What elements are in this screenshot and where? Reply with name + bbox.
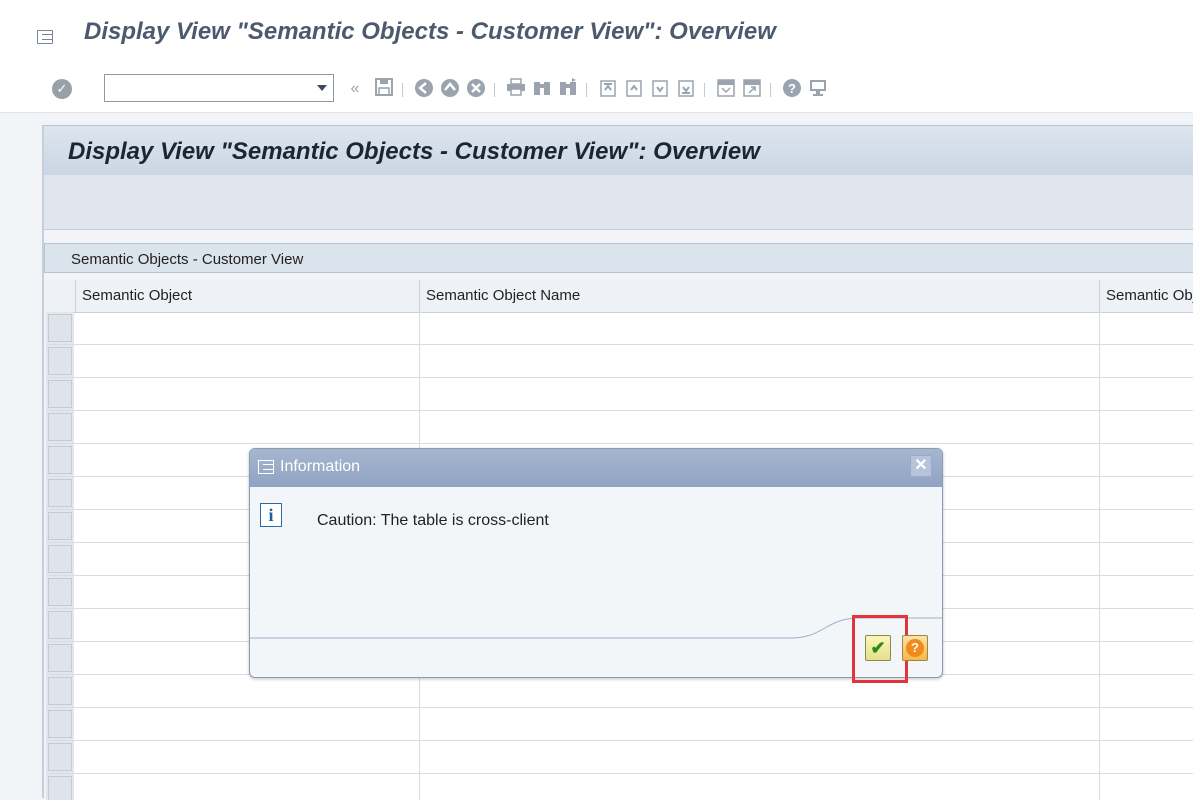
row-selector[interactable] — [48, 611, 72, 639]
row-selector[interactable] — [48, 446, 72, 474]
table-row[interactable] — [46, 312, 1193, 345]
row-selector[interactable] — [48, 710, 72, 738]
menu-icon[interactable] — [37, 30, 53, 44]
column-header-semantic-object[interactable]: Semantic Object — [76, 280, 420, 312]
print-icon[interactable] — [506, 78, 526, 100]
cell-semantic-object-name[interactable] — [420, 675, 1100, 708]
close-icon[interactable]: ✕ — [910, 455, 932, 477]
table-row[interactable] — [46, 774, 1193, 800]
cell-semantic-object-name[interactable] — [420, 312, 1100, 345]
new-session-icon[interactable] — [716, 78, 736, 100]
back-green-icon[interactable] — [414, 78, 434, 100]
last-page-icon[interactable] — [676, 78, 696, 100]
dialog-title: Information — [280, 458, 361, 475]
row-selector[interactable] — [48, 677, 72, 705]
cancel-icon[interactable] — [466, 78, 486, 100]
toolbar-separator — [770, 83, 771, 97]
table-caption: Semantic Objects - Customer View — [44, 243, 1193, 273]
cell-semantic-object-name[interactable] — [420, 708, 1100, 741]
find-next-icon[interactable] — [558, 78, 578, 100]
shortcut-icon[interactable] — [742, 78, 762, 100]
toolbar-separator — [704, 83, 705, 97]
dialog-footer-divider — [250, 617, 942, 639]
next-page-icon[interactable] — [650, 78, 670, 100]
table-header: Semantic Object Semantic Object Name Sem… — [46, 280, 1193, 313]
column-header-semantic-object-name[interactable]: Semantic Object Name — [420, 280, 1100, 312]
command-field[interactable] — [104, 74, 334, 102]
row-selector[interactable] — [48, 545, 72, 573]
column-header-semantic-object-description[interactable]: Semantic Object Description — [1100, 280, 1193, 312]
system-toolbar: ✓ « ? — [0, 66, 1193, 113]
table-row[interactable] — [46, 411, 1193, 444]
info-icon: i — [260, 503, 282, 527]
table-row[interactable] — [46, 675, 1193, 708]
cell-semantic-object[interactable] — [76, 741, 420, 774]
toolbar-separator — [586, 83, 587, 97]
continue-button[interactable]: ✔ — [865, 635, 891, 661]
page-header: Display View "Semantic Objects - Custome… — [44, 125, 1193, 176]
table-row[interactable] — [46, 708, 1193, 741]
dialog-header: Information ✕ — [250, 449, 942, 487]
table-caption-text: Semantic Objects - Customer View — [71, 251, 304, 268]
row-selector[interactable] — [48, 380, 72, 408]
title-bar: Display View "Semantic Objects - Custome… — [0, 0, 1193, 66]
window-title: Display View "Semantic Objects - Custome… — [84, 18, 776, 45]
cell-semantic-object-name[interactable] — [420, 774, 1100, 800]
help-icon[interactable]: ? — [782, 78, 802, 100]
row-selector[interactable] — [48, 347, 72, 375]
table-row[interactable] — [46, 741, 1193, 774]
row-selector[interactable] — [48, 314, 72, 342]
save-icon[interactable] — [374, 78, 394, 100]
toolbar-separator — [402, 83, 403, 97]
cell-semantic-object[interactable] — [76, 312, 420, 345]
cell-semantic-object[interactable] — [76, 345, 420, 378]
command-input[interactable] — [109, 76, 303, 102]
application-toolbar — [44, 175, 1193, 230]
previous-page-icon[interactable] — [624, 78, 644, 100]
row-selector[interactable] — [48, 743, 72, 771]
cell-semantic-object-name[interactable] — [420, 411, 1100, 444]
row-selector[interactable] — [48, 578, 72, 606]
row-selector[interactable] — [48, 512, 72, 540]
dropdown-icon[interactable] — [317, 85, 327, 91]
select-all-header[interactable] — [46, 280, 76, 312]
dialog-help-button[interactable]: ? — [902, 635, 928, 661]
information-dialog: Information ✕ i Caution: The table is cr… — [249, 448, 943, 678]
page-title: Display View "Semantic Objects - Custome… — [68, 138, 760, 165]
cell-semantic-object-name[interactable] — [420, 345, 1100, 378]
back-icon[interactable]: « — [345, 78, 365, 100]
cell-semantic-object-name[interactable] — [420, 378, 1100, 411]
cell-semantic-object[interactable] — [76, 774, 420, 800]
row-selector[interactable] — [48, 413, 72, 441]
row-selector[interactable] — [48, 776, 72, 800]
dialog-menu-icon[interactable] — [258, 460, 274, 474]
cell-semantic-object[interactable] — [76, 411, 420, 444]
exit-icon[interactable] — [440, 78, 460, 100]
row-selector[interactable] — [48, 479, 72, 507]
toolbar-separator — [494, 83, 495, 97]
table-row[interactable] — [46, 345, 1193, 378]
check-icon: ✔ — [870, 638, 886, 658]
dialog-message: Caution: The table is cross-client — [317, 512, 549, 529]
svg-text:?: ? — [788, 81, 796, 96]
cell-semantic-object[interactable] — [76, 378, 420, 411]
cell-semantic-object[interactable] — [76, 675, 420, 708]
table-row[interactable] — [46, 378, 1193, 411]
cell-semantic-object-name[interactable] — [420, 741, 1100, 774]
find-icon[interactable] — [532, 78, 552, 100]
enter-icon[interactable]: ✓ — [52, 79, 72, 99]
customize-layout-icon[interactable] — [808, 78, 828, 100]
question-icon: ? — [906, 639, 924, 657]
row-selector[interactable] — [48, 644, 72, 672]
first-page-icon[interactable] — [598, 78, 618, 100]
cell-semantic-object[interactable] — [76, 708, 420, 741]
